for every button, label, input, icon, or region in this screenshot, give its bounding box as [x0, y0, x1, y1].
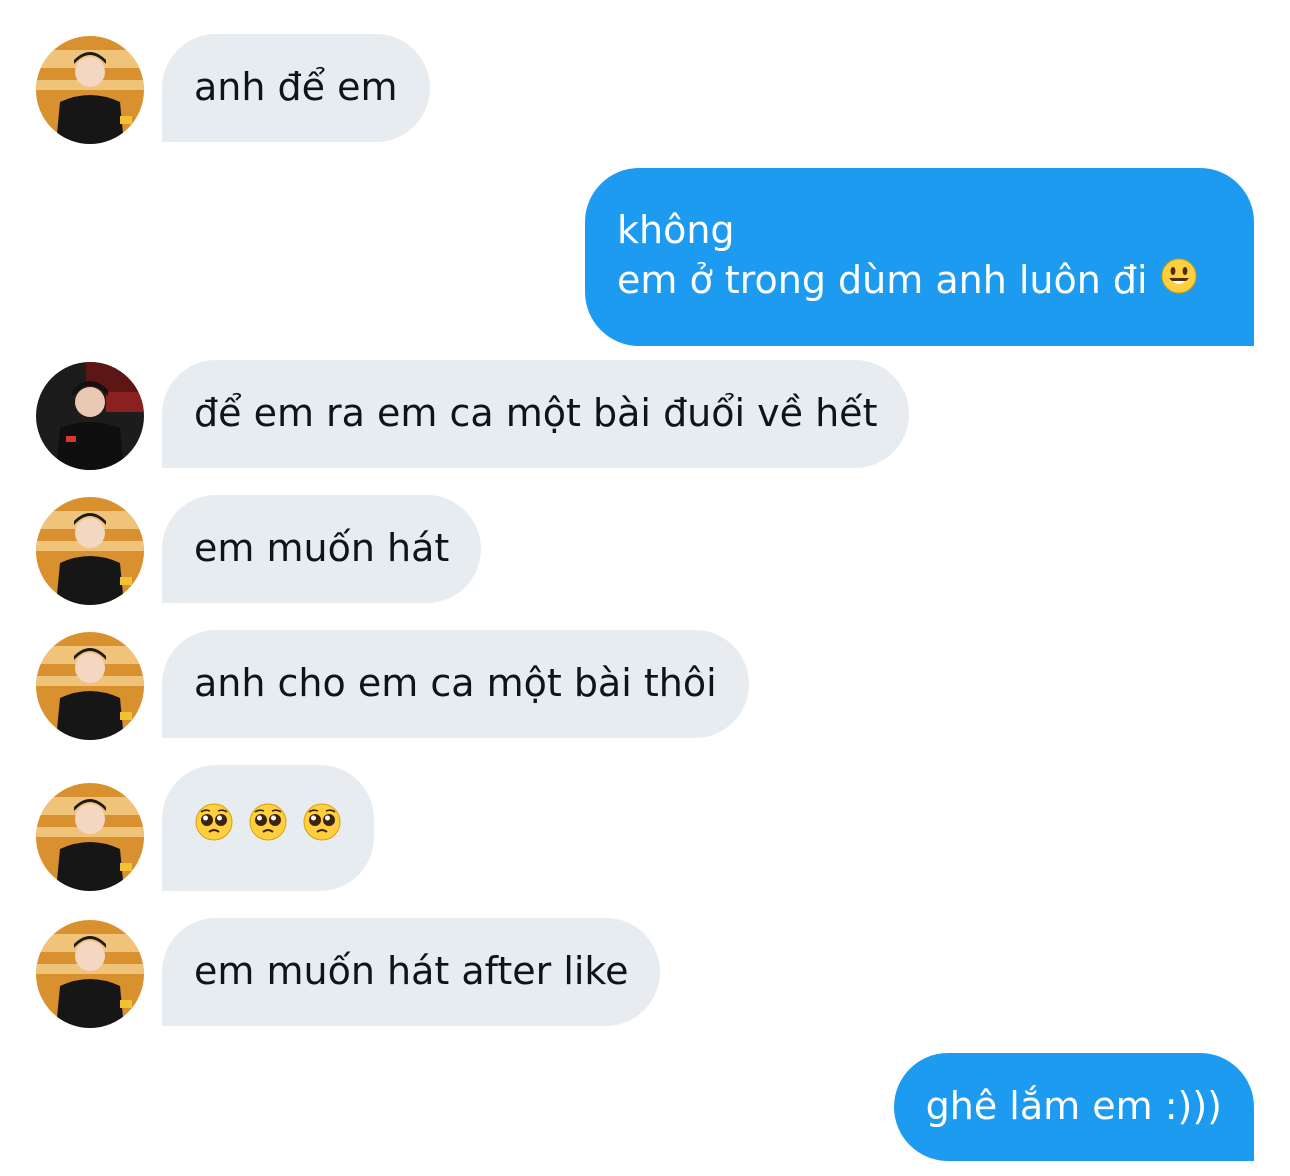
- pleading-face-emoji-icon: [194, 802, 234, 854]
- outgoing-message-bubble[interactable]: ghê lắm em :))): [893, 1053, 1254, 1161]
- message-row: anh cho em ca một bài thôi: [0, 630, 1290, 740]
- pleading-face-emoji-icon: [302, 802, 342, 854]
- message-text: ghê lắm em :))): [925, 1084, 1222, 1129]
- incoming-message-bubble[interactable]: [162, 765, 374, 891]
- smiley-emoji-icon: [1160, 257, 1198, 307]
- message-text: để em ra em ca một bài đuổi về hết: [194, 391, 878, 436]
- player-avatar-yellow[interactable]: [36, 36, 144, 144]
- message-row: để em ra em ca một bài đuổi về hết: [0, 360, 1290, 470]
- player-avatar-yellow[interactable]: [36, 783, 144, 891]
- player-avatar-yellow[interactable]: [36, 920, 144, 1028]
- message-row: em muốn hát after like: [0, 918, 1290, 1028]
- message-text: anh cho em ca một bài thôi: [194, 661, 717, 706]
- message-row: em muốn hát: [0, 495, 1290, 605]
- player-avatar-yellow[interactable]: [36, 497, 144, 605]
- message-text-line: không: [617, 208, 735, 253]
- message-text-line: em ở trong dùm anh luôn đi: [617, 257, 1148, 302]
- pleading-face-emoji-icon: [248, 802, 288, 854]
- incoming-message-bubble[interactable]: em muốn hát: [162, 495, 482, 603]
- message-row: không em ở trong dùm anh luôn đi: [0, 168, 1290, 346]
- emoji-row: [194, 802, 342, 854]
- message-row: [0, 765, 1290, 891]
- message-text: em muốn hát after like: [194, 949, 629, 994]
- incoming-message-bubble[interactable]: anh cho em ca một bài thôi: [162, 630, 749, 738]
- message-row: ghê lắm em :))): [0, 1053, 1290, 1161]
- incoming-message-bubble[interactable]: để em ra em ca một bài đuổi về hết: [162, 360, 910, 468]
- player-avatar-red[interactable]: [36, 362, 144, 470]
- message-text-line-with-emoji: em ở trong dùm anh luôn đi: [617, 256, 1222, 308]
- message-text: em muốn hát: [194, 526, 450, 571]
- message-row: anh để em: [0, 34, 1290, 144]
- outgoing-message-bubble[interactable]: không em ở trong dùm anh luôn đi: [585, 168, 1254, 346]
- message-text: anh để em: [194, 65, 398, 110]
- incoming-message-bubble[interactable]: anh để em: [162, 34, 430, 142]
- incoming-message-bubble[interactable]: em muốn hát after like: [162, 918, 661, 1026]
- player-avatar-yellow[interactable]: [36, 632, 144, 740]
